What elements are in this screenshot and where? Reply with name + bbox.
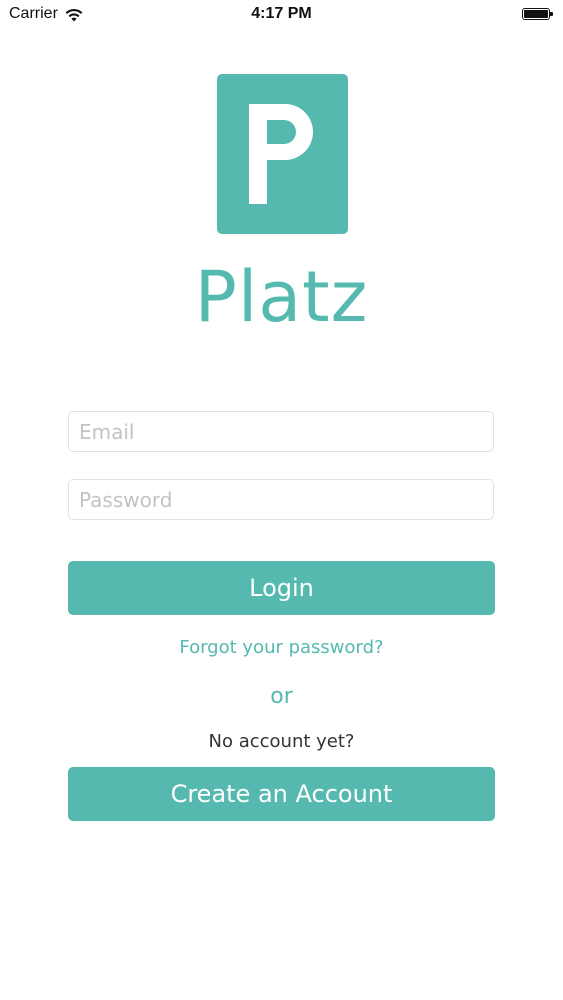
battery-icon — [522, 8, 554, 22]
email-field[interactable] — [68, 411, 494, 452]
create-account-button[interactable]: Create an Account — [68, 767, 495, 821]
app-logo — [217, 74, 348, 234]
brand-name: Platz — [194, 256, 369, 338]
battery-fill — [524, 10, 548, 18]
logo-letter-p — [249, 104, 313, 204]
password-field[interactable] — [68, 479, 494, 520]
email-input[interactable] — [69, 412, 493, 451]
or-separator: or — [270, 684, 293, 709]
password-input[interactable] — [69, 480, 493, 519]
status-time: 4:17 PM — [251, 5, 312, 22]
forgot-password-label[interactable]: Forgot your password? — [179, 637, 383, 658]
forgot-password-link[interactable]: Forgot your password? — [0, 637, 563, 658]
no-account-label: No account yet? — [208, 731, 355, 752]
login-button[interactable]: Login — [68, 561, 495, 615]
status-bar: Carrier 4:17 PM — [0, 0, 563, 30]
